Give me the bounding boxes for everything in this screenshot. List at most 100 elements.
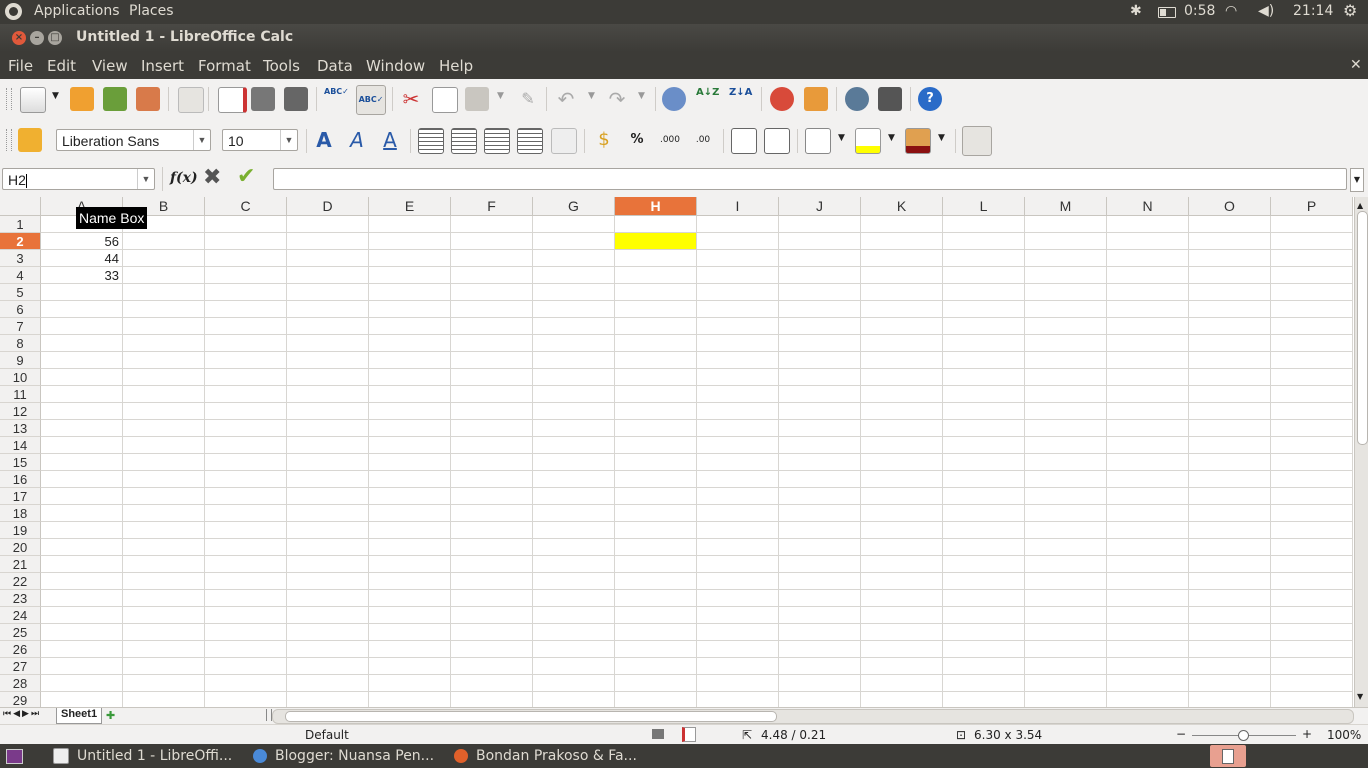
taskbar-item-blogger[interactable]: Blogger: Nuansa Pen...: [253, 744, 434, 768]
add-decimal-icon[interactable]: .000: [658, 128, 682, 152]
help-icon[interactable]: ?: [918, 87, 942, 111]
decrease-indent-icon[interactable]: [731, 128, 757, 154]
row-header-12[interactable]: 12: [0, 403, 41, 420]
row-header-17[interactable]: 17: [0, 488, 41, 505]
column-header-n[interactable]: N: [1107, 197, 1189, 216]
row-header-7[interactable]: 7: [0, 318, 41, 335]
zoom-level[interactable]: 100%: [1327, 728, 1361, 742]
new-dropdown-arrow-icon[interactable]: ▼: [52, 91, 59, 101]
column-header-h[interactable]: H: [615, 197, 697, 216]
chevron-down-icon[interactable]: ▼: [137, 169, 154, 189]
row-header-6[interactable]: 6: [0, 301, 41, 318]
font-size-combobox[interactable]: 10 ▼: [222, 129, 298, 151]
scroll-down-icon[interactable]: ▼: [1357, 692, 1363, 701]
spreadsheet-grid[interactable]: ABCDEFGHIJKLMNOP 1 2 3 4 5 6 7 8 9 10 11 12 13 14 15 16…: [0, 197, 1354, 707]
active-cell-h2[interactable]: [615, 233, 696, 249]
zoom-in-icon[interactable]: +: [1302, 727, 1312, 741]
cell-a2[interactable]: 56: [41, 233, 119, 250]
gallery-icon[interactable]: [878, 87, 902, 111]
add-sheet-icon[interactable]: ✚: [106, 709, 115, 722]
row-header-11[interactable]: 11: [0, 386, 41, 403]
column-header-d[interactable]: D: [287, 197, 369, 216]
ubuntu-logo-icon[interactable]: [5, 3, 22, 20]
undo-dropdown-arrow-icon[interactable]: ▼: [588, 91, 595, 101]
row-header-9[interactable]: 9: [0, 352, 41, 369]
row-header-20[interactable]: 20: [0, 539, 41, 556]
taskbar-item-calc[interactable]: Untitled 1 - LibreOffi...: [53, 744, 232, 768]
close-document-icon[interactable]: ✕: [1350, 57, 1362, 73]
font-color-dropdown-arrow-icon[interactable]: ▼: [938, 133, 945, 143]
maximize-window-button[interactable]: □: [48, 31, 62, 45]
row-header-4[interactable]: 4: [0, 267, 41, 284]
align-right-icon[interactable]: [484, 128, 510, 154]
menu-edit[interactable]: Edit: [47, 57, 76, 75]
edit-file-icon[interactable]: [178, 87, 204, 113]
align-left-icon[interactable]: [418, 128, 444, 154]
chevron-down-icon[interactable]: ▼: [193, 130, 210, 150]
clock[interactable]: 21:14: [1293, 3, 1333, 19]
borders-icon[interactable]: [805, 128, 831, 154]
document-modified-icon[interactable]: [682, 727, 696, 742]
print-preview-icon[interactable]: [284, 87, 308, 111]
show-desktop-icon[interactable]: [6, 749, 23, 764]
row-header-3[interactable]: 3: [0, 250, 41, 267]
clone-formatting-icon[interactable]: ✎: [516, 87, 540, 111]
function-wizard-icon[interactable]: f(x): [170, 170, 198, 186]
navigator-icon[interactable]: [845, 87, 869, 111]
row-header-21[interactable]: 21: [0, 556, 41, 573]
save-icon[interactable]: [103, 87, 127, 111]
battery-time[interactable]: 0:58: [1184, 3, 1215, 19]
cancel-icon[interactable]: ✖: [203, 165, 221, 190]
row-header-2[interactable]: 2: [0, 233, 41, 250]
row-header-16[interactable]: 16: [0, 471, 41, 488]
merge-cells-icon[interactable]: [551, 128, 577, 154]
italic-icon[interactable]: A: [345, 128, 369, 152]
vertical-scroll-thumb[interactable]: [1357, 211, 1368, 445]
zoom-out-icon[interactable]: −: [1176, 727, 1186, 741]
percent-format-icon[interactable]: %: [625, 128, 649, 152]
applications-menu[interactable]: Applications: [34, 3, 120, 19]
vertical-scrollbar[interactable]: ▲ ▼: [1354, 197, 1368, 707]
copy-icon[interactable]: [432, 87, 458, 113]
sheet-navigation-arrows-icon[interactable]: ⏮◀▶⏭: [3, 709, 41, 719]
chevron-down-icon[interactable]: ▼: [280, 130, 297, 150]
column-header-m[interactable]: M: [1025, 197, 1107, 216]
column-header-l[interactable]: L: [943, 197, 1025, 216]
row-header-8[interactable]: 8: [0, 335, 41, 352]
autospellcheck-icon[interactable]: ABC✓: [356, 85, 386, 115]
select-all-corner[interactable]: [0, 197, 41, 216]
minimize-window-button[interactable]: –: [30, 31, 44, 45]
menu-insert[interactable]: Insert: [141, 57, 184, 75]
horizontal-scrollbar[interactable]: [272, 709, 1354, 724]
battery-icon[interactable]: [1158, 7, 1176, 18]
font-name-combobox[interactable]: Liberation Sans ▼: [56, 129, 211, 151]
wifi-icon[interactable]: ◠: [1225, 3, 1237, 19]
taskbar-item-firefox[interactable]: Bondan Prakoso & Fa...: [454, 744, 637, 768]
spellcheck-icon[interactable]: ABC✓: [324, 87, 349, 111]
row-header-15[interactable]: 15: [0, 454, 41, 471]
increase-indent-icon[interactable]: [764, 128, 790, 154]
column-header-g[interactable]: G: [533, 197, 615, 216]
volume-icon[interactable]: ◀): [1258, 3, 1274, 19]
print-icon[interactable]: [251, 87, 275, 111]
new-document-icon[interactable]: [20, 87, 46, 113]
scroll-up-icon[interactable]: ▲: [1357, 201, 1363, 210]
row-header-27[interactable]: 27: [0, 658, 41, 675]
align-center-icon[interactable]: [451, 128, 477, 154]
row-header-22[interactable]: 22: [0, 573, 41, 590]
background-color-dropdown-arrow-icon[interactable]: ▼: [888, 133, 895, 143]
column-header-k[interactable]: K: [861, 197, 943, 216]
row-header-13[interactable]: 13: [0, 420, 41, 437]
row-header-29[interactable]: 29: [0, 692, 41, 707]
column-header-p[interactable]: P: [1271, 197, 1353, 216]
menu-data[interactable]: Data: [317, 57, 353, 75]
column-header-f[interactable]: F: [451, 197, 533, 216]
underline-icon[interactable]: A: [378, 128, 402, 152]
borders-dropdown-arrow-icon[interactable]: ▼: [838, 133, 845, 143]
justify-icon[interactable]: [517, 128, 543, 154]
redo-dropdown-arrow-icon[interactable]: ▼: [638, 91, 645, 101]
accept-icon[interactable]: ✔: [237, 164, 255, 189]
toggle-grid-icon[interactable]: [962, 126, 992, 156]
row-header-19[interactable]: 19: [0, 522, 41, 539]
row-header-24[interactable]: 24: [0, 607, 41, 624]
